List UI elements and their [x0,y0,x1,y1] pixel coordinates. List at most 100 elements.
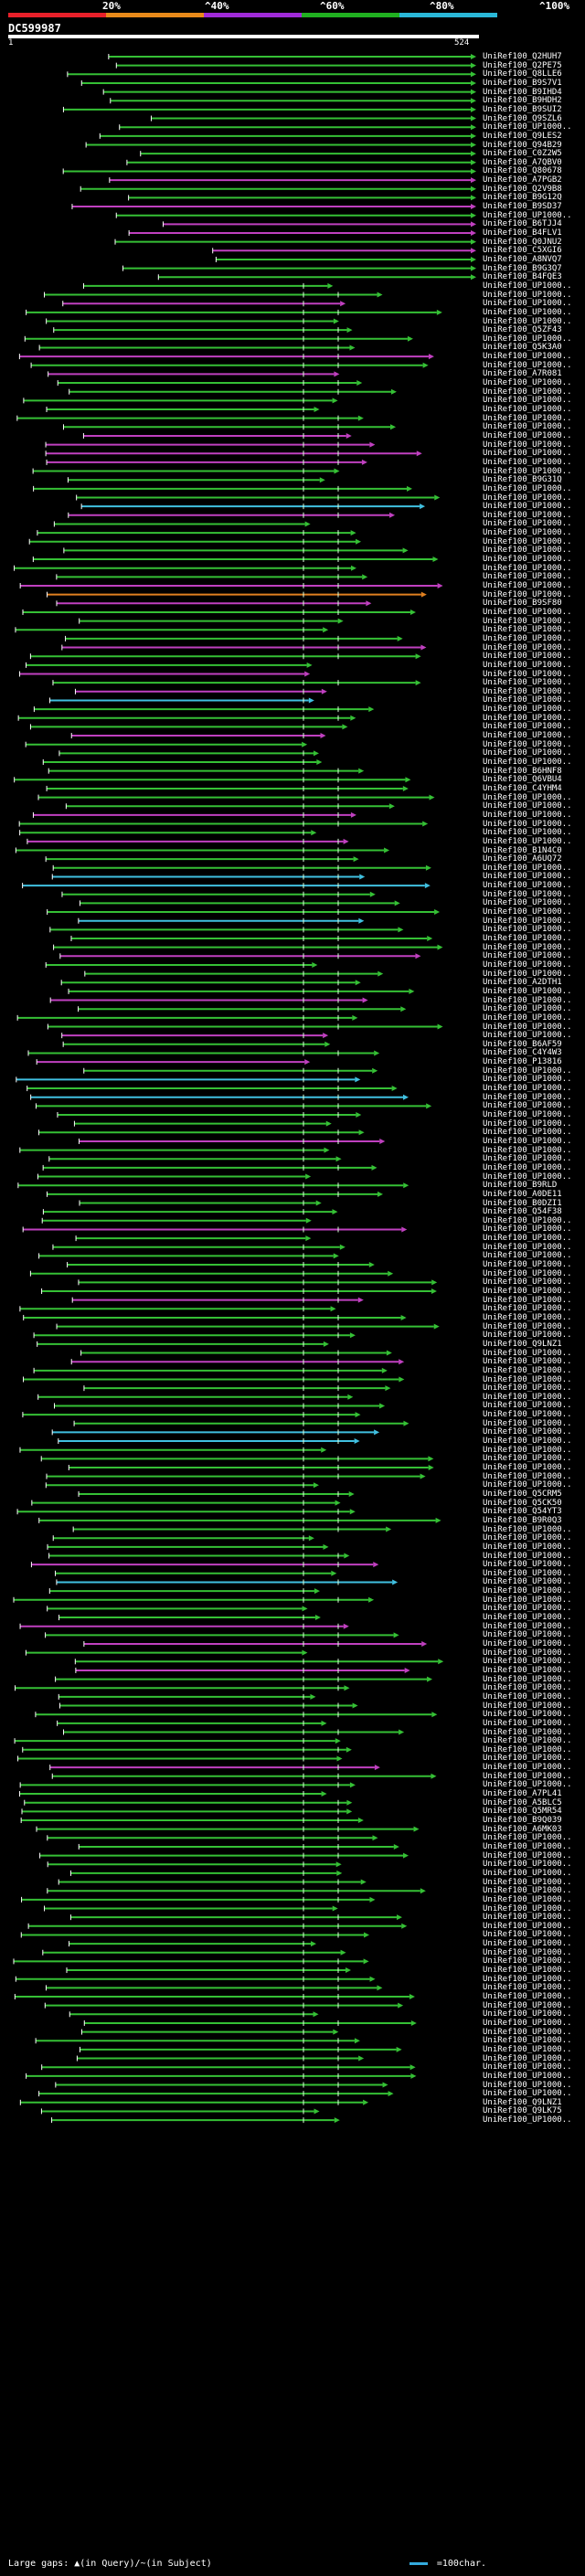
hit-label[interactable]: UniRef100_B9Q039 [483,1816,585,1825]
hit-label[interactable]: UniRef100_UP1000.. [483,1560,585,1569]
hit-row[interactable] [19,1782,356,1788]
hit-row[interactable] [48,768,365,774]
hit-row[interactable] [108,54,476,59]
hit-label[interactable]: UniRef100_UP1000.. [483,1701,585,1711]
hit-label[interactable]: UniRef100_B9G12Q [483,193,585,202]
hit-row[interactable] [55,2082,388,2088]
hit-row[interactable] [79,1200,322,1206]
hit-label[interactable]: UniRef100_Q5K3A0 [483,343,585,352]
hit-label[interactable]: UniRef100_UP1000.. [483,1075,585,1084]
hit-label[interactable]: UniRef100_UP1000.. [483,1269,585,1278]
hit-label[interactable]: UniRef100_UP1000.. [483,811,585,820]
hit-label[interactable]: UniRef100_UP1000.. [483,564,585,573]
hit-row[interactable] [33,1367,388,1373]
hit-label[interactable]: UniRef100_UP1000.. [483,1975,585,1984]
hit-label[interactable]: UniRef100_B9G3Q7 [483,264,585,273]
hit-label[interactable]: UniRef100_UP1000.. [483,705,585,714]
hit-row[interactable] [41,2064,416,2071]
hit-label[interactable]: UniRef100_B4FQE3 [483,272,585,281]
hit-label[interactable]: UniRef100_B9S7V1 [483,79,585,88]
hit-row[interactable] [29,1270,394,1277]
hit-row[interactable] [27,838,349,844]
hit-row[interactable] [74,688,327,694]
hit-label[interactable]: UniRef100_UP1000.. [483,1552,585,1561]
hit-label[interactable]: UniRef100_UP1000.. [483,1101,585,1110]
hit-row[interactable] [42,1164,378,1171]
hit-row[interactable] [40,2108,320,2115]
hit-label[interactable]: UniRef100_B4FLV1 [483,228,585,238]
hit-label[interactable]: UniRef100_UP1000.. [483,970,585,979]
hit-label[interactable]: UniRef100_UP1000.. [483,951,585,960]
hit-row[interactable] [61,1033,329,1039]
hit-label[interactable]: UniRef100_UP1000.. [483,581,585,590]
hit-row[interactable] [33,485,412,492]
hit-row[interactable] [42,1209,338,1215]
hit-label[interactable]: UniRef100_UP1000.. [483,1128,585,1137]
hit-label[interactable]: UniRef100_UP1000.. [483,1401,585,1410]
hit-label[interactable]: UniRef100_Q54YT3 [483,1507,585,1516]
hit-row[interactable] [46,318,339,324]
hit-label[interactable]: UniRef100_Q2V9B8 [483,185,585,194]
hit-row[interactable] [47,1835,378,1841]
hit-label[interactable]: UniRef100_UP1000.. [483,731,585,740]
hit-row[interactable] [33,1332,356,1339]
hit-label[interactable]: UniRef100_UP1000.. [483,625,585,634]
hit-row[interactable] [71,204,476,210]
hit-label[interactable]: UniRef100_UP1000.. [483,1860,585,1869]
hit-row[interactable] [37,530,356,536]
hit-label[interactable]: UniRef100_UP1000.. [483,387,585,397]
hit-row[interactable] [25,741,308,747]
hit-row[interactable] [49,697,314,704]
hit-row[interactable] [80,900,400,906]
hit-label[interactable]: UniRef100_UP1000.. [483,1772,585,1781]
hit-row[interactable] [78,917,365,924]
hit-row[interactable] [47,1023,443,1030]
hit-row[interactable] [74,1659,444,1665]
hit-row[interactable] [14,565,356,571]
hit-row[interactable] [79,618,344,624]
hit-row[interactable] [15,627,329,633]
hit-row[interactable] [53,327,353,334]
hit-label[interactable]: UniRef100_UP1000.. [483,934,585,943]
hit-row[interactable] [68,512,396,518]
hit-label[interactable]: UniRef100_UP1000.. [483,714,585,723]
hit-label[interactable]: UniRef100_UP1000.. [483,1630,585,1639]
hit-label[interactable]: UniRef100_B9SF80 [483,599,585,608]
hit-label[interactable]: UniRef100_UP1000.. [483,378,585,387]
hit-row[interactable] [60,980,361,986]
hit-label[interactable]: UniRef100_A6MK03 [483,1825,585,1834]
hit-row[interactable] [19,1147,330,1153]
hit-label[interactable]: UniRef100_UP1000.. [483,1313,585,1322]
hit-label[interactable]: UniRef100_UP1000.. [483,1066,585,1076]
hit-label[interactable]: UniRef100_UP1000.. [483,2081,585,2090]
hit-label[interactable]: UniRef100_UP1000.. [483,907,585,917]
hit-label[interactable]: UniRef100_UP1000.. [483,643,585,652]
hit-label[interactable]: UniRef100_UP1000.. [483,1322,585,1331]
hit-label[interactable]: UniRef100_UP1000.. [483,281,585,291]
hit-row[interactable] [38,2091,394,2097]
hit-label[interactable]: UniRef100_UP1000.. [483,1983,585,1992]
hit-label[interactable]: UniRef100_UP1000.. [483,537,585,546]
hit-row[interactable] [27,1086,398,1092]
hit-label[interactable]: UniRef100_B6AF59 [483,1040,585,1049]
hit-label[interactable]: UniRef100_A7R081 [483,369,585,378]
hit-row[interactable] [69,388,397,395]
hit-row[interactable] [47,591,427,598]
hit-label[interactable]: UniRef100_UP1000.. [483,2001,585,2010]
hit-row[interactable] [83,1385,391,1392]
hit-row[interactable] [35,1712,438,1718]
hit-label[interactable]: UniRef100_A7QBV0 [483,158,585,167]
hit-label[interactable]: UniRef100_C5XGI6 [483,246,585,255]
hit-row[interactable] [56,1323,440,1330]
hit-label[interactable]: UniRef100_UP1000.. [483,449,585,458]
hit-label[interactable]: UniRef100_B1N4C0 [483,846,585,855]
hit-row[interactable] [48,1553,350,1559]
hit-label[interactable]: UniRef100_P13816 [483,1057,585,1066]
hit-row[interactable] [58,1702,358,1709]
hit-row[interactable] [45,441,376,448]
hit-row[interactable] [49,1765,380,1771]
hit-row[interactable] [16,1014,358,1021]
hit-label[interactable]: UniRef100_UP1000.. [483,1304,585,1313]
hit-label[interactable]: UniRef100_UP1000.. [483,431,585,440]
hit-label[interactable]: UniRef100_UP1000.. [483,1260,585,1269]
